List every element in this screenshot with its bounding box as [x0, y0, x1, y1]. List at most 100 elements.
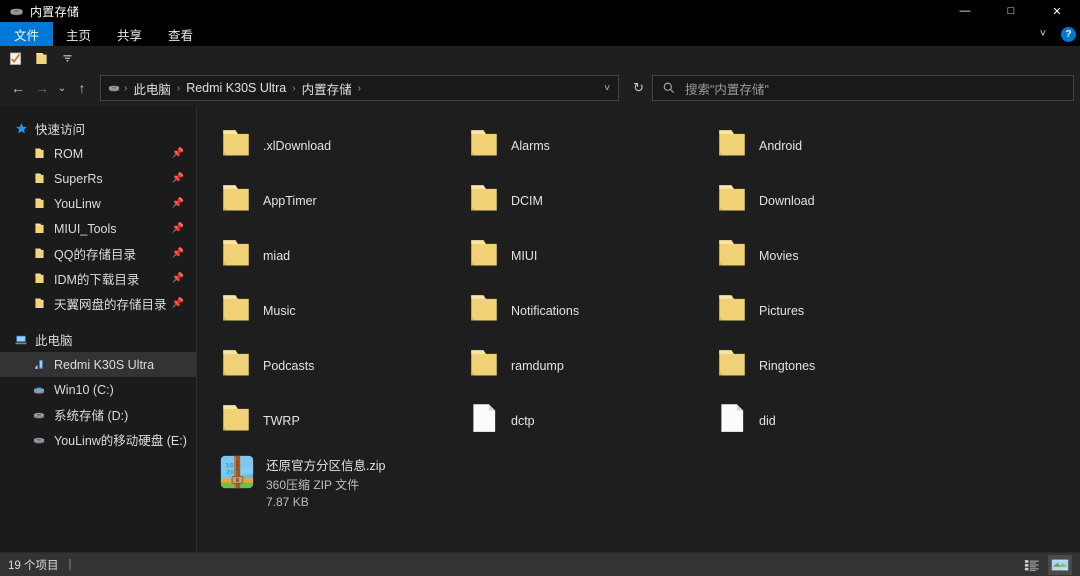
file-item[interactable]: Notifications	[463, 283, 711, 338]
file-item[interactable]: Pictures	[711, 283, 959, 338]
drive-icon	[30, 408, 48, 422]
sidebar-item-label: Win10 (C:)	[54, 382, 114, 397]
folder-icon	[715, 181, 749, 220]
pin-icon[interactable]: 📌	[172, 223, 184, 234]
address-bar[interactable]: › 此电脑 › Redmi K30S Ultra › 内置存储 › ˅	[100, 75, 620, 101]
forward-button[interactable]: →	[30, 75, 54, 101]
status-separator: |	[68, 558, 72, 571]
folder-icon	[219, 401, 253, 440]
file-item[interactable]: AppTimer	[215, 173, 463, 228]
windows-drive-icon	[30, 383, 48, 397]
sidebar-group-quick-access[interactable]: 快速访问	[0, 116, 196, 141]
pin-icon[interactable]: 📌	[172, 273, 184, 284]
minimize-button[interactable]: —	[942, 0, 988, 22]
breadcrumb-separator[interactable]: ›	[174, 83, 183, 94]
pin-icon[interactable]: 📌	[172, 173, 184, 184]
tab-view[interactable]: 查看	[155, 22, 206, 46]
zip-archive-icon: 360 ZIP	[219, 454, 255, 495]
file-item[interactable]: Ringtones	[711, 338, 959, 393]
file-item-archive[interactable]: 360 ZIP 还原官方分区信息.zip 360压缩 ZIP 文件 7.87 K…	[215, 454, 1080, 509]
breadcrumb-item-internal-storage[interactable]: 内置存储	[299, 79, 355, 98]
sidebar-item-redmi-k30s-ultra[interactable]: Redmi K30S Ultra	[0, 352, 196, 377]
folder-icon	[467, 181, 501, 220]
sidebar-group-this-pc[interactable]: 此电脑	[0, 327, 196, 352]
sidebar-item-label: 系统存储 (D:)	[54, 409, 129, 423]
tab-file[interactable]: 文件	[0, 22, 54, 46]
file-name: Notifications	[511, 303, 580, 318]
computer-icon	[12, 333, 30, 347]
customize-dropdown-icon[interactable]	[58, 49, 76, 67]
sidebar-item-win10-c[interactable]: Win10 (C:)	[0, 377, 196, 402]
sidebar-item-tianyi-cloud[interactable]: 天翼网盘的存储目录 📌	[0, 291, 196, 316]
archive-size: 7.87 KB	[266, 495, 309, 509]
refresh-button[interactable]: ↻	[625, 80, 652, 96]
file-name: Download	[759, 193, 815, 208]
folder-icon	[467, 291, 501, 330]
generic-file-icon	[715, 401, 749, 440]
back-button[interactable]: ←	[6, 75, 30, 101]
folder-icon	[219, 291, 253, 330]
search-icon	[662, 81, 676, 95]
pin-icon[interactable]: 📌	[172, 198, 184, 209]
new-folder-icon[interactable]	[32, 49, 50, 67]
sidebar-item-label: QQ的存储目录	[54, 248, 136, 262]
up-button[interactable]: ↑	[70, 75, 94, 101]
file-item[interactable]: TWRP	[215, 393, 463, 448]
large-icons-view-button[interactable]	[1048, 554, 1072, 575]
file-item[interactable]: Podcasts	[215, 338, 463, 393]
close-button[interactable]: ✕	[1034, 0, 1080, 22]
file-list-pane[interactable]: .xlDownload Alarms Android AppTimer DCIM	[197, 106, 1080, 552]
quick-access-toolbar	[0, 46, 1080, 70]
file-item[interactable]: dctp	[463, 393, 711, 448]
file-item[interactable]: Download	[711, 173, 959, 228]
recent-locations-button[interactable]: ⌄	[54, 75, 70, 101]
file-name: Pictures	[759, 303, 805, 318]
sidebar-item-miui-tools[interactable]: MIUI_Tools 📌	[0, 216, 196, 241]
folder-icon	[30, 147, 48, 160]
sidebar-item-system-storage-d[interactable]: 系统存储 (D:)	[0, 402, 196, 427]
breadcrumb-item-device[interactable]: Redmi K30S Ultra	[183, 81, 289, 95]
address-history-chevron-icon[interactable]: ˅	[596, 83, 618, 94]
pin-icon[interactable]: 📌	[172, 248, 184, 259]
sidebar-item-qq-storage[interactable]: QQ的存储目录 📌	[0, 241, 196, 266]
sidebar-item-idm-download[interactable]: IDM的下载目录 📌	[0, 266, 196, 291]
tab-home[interactable]: 主页	[53, 22, 104, 46]
sidebar-item-rom[interactable]: ROM 📌	[0, 141, 196, 166]
breadcrumb-separator[interactable]: ›	[355, 83, 364, 94]
breadcrumb-separator[interactable]: ›	[289, 83, 298, 94]
sidebar-item-external-drive-e[interactable]: YouLinw的移动硬盘 (E:)	[0, 427, 196, 452]
ribbon-tab-bar: 文件 主页 共享 查看 ˅ ?	[0, 22, 1080, 46]
maximize-button[interactable]: □	[988, 0, 1034, 22]
file-item[interactable]: DCIM	[463, 173, 711, 228]
details-view-button[interactable]	[1020, 555, 1044, 575]
file-item[interactable]: Music	[215, 283, 463, 338]
file-grid: .xlDownload Alarms Android AppTimer DCIM	[215, 118, 1080, 448]
sidebar-group-label: 此电脑	[35, 334, 73, 348]
sidebar-item-superrs[interactable]: SuperRs 📌	[0, 166, 196, 191]
file-item[interactable]: Alarms	[463, 118, 711, 173]
folder-icon	[467, 346, 501, 385]
file-name: miad	[263, 248, 291, 263]
file-name: Alarms	[511, 138, 550, 153]
sidebar-item-label: MIUI_Tools	[54, 221, 117, 236]
sidebar-group-label: 快速访问	[35, 123, 86, 137]
pin-icon[interactable]: 📌	[172, 298, 184, 309]
breadcrumb-item-this-pc[interactable]: 此电脑	[130, 79, 174, 98]
search-box[interactable]: 搜索"内置存储"	[652, 75, 1074, 101]
file-item[interactable]: did	[711, 393, 959, 448]
search-input[interactable]: 搜索"内置存储"	[685, 79, 769, 98]
file-item[interactable]: .xlDownload	[215, 118, 463, 173]
file-item[interactable]: ramdump	[463, 338, 711, 393]
pin-icon[interactable]: 📌	[172, 148, 184, 159]
chevron-down-icon[interactable]: ˅	[1035, 28, 1051, 40]
tab-share[interactable]: 共享	[104, 22, 155, 46]
file-item[interactable]: Movies	[711, 228, 959, 283]
file-item[interactable]: miad	[215, 228, 463, 283]
ribbon-right-controls: ˅ ?	[1035, 22, 1076, 46]
sidebar-item-youlinw[interactable]: YouLinw 📌	[0, 191, 196, 216]
file-item[interactable]: Android	[711, 118, 959, 173]
file-item[interactable]: MIUI	[463, 228, 711, 283]
help-icon[interactable]: ?	[1061, 26, 1076, 42]
properties-icon[interactable]	[6, 49, 24, 67]
file-name: AppTimer	[263, 193, 317, 208]
